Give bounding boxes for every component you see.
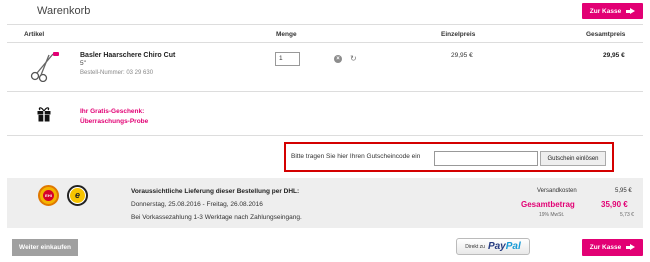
column-header-quantity: Menge — [276, 31, 297, 38]
paypal-logo-part1: Pay — [487, 241, 506, 252]
column-header-total-price: Gesamtpreis — [586, 31, 626, 38]
voucher-code-input[interactable] — [434, 151, 538, 166]
gift-text: Ihr Gratis-Geschenk: Überraschungs-Probe — [80, 107, 148, 127]
divider — [7, 42, 643, 43]
voucher-label: Bitte tragen Sie hier Ihren Gutscheincod… — [291, 153, 421, 160]
ehi-badge-label: EHI — [43, 190, 54, 201]
trusted-shops-badge-label: e — [70, 188, 85, 203]
product-size: 5" — [80, 60, 86, 67]
paypal-prefix: Direkt zu — [465, 243, 485, 250]
country-flag-icon — [53, 52, 59, 56]
continue-shopping-button[interactable]: Weiter einkaufen — [12, 239, 78, 256]
unit-price: 29,95 € — [451, 52, 473, 59]
delivery-note: Bei Vorkassezahlung 1-3 Werktage nach Za… — [131, 214, 302, 221]
refresh-icon[interactable]: ↻ — [350, 54, 357, 63]
column-header-unit-price: Einzelpreis — [441, 31, 476, 38]
page-title: Warenkorb — [37, 5, 91, 17]
arrow-right-icon — [626, 7, 636, 15]
product-article-number: Bestell-Nummer: 03 29 630 — [80, 70, 154, 76]
delivery-title: Voraussichtliche Lieferung dieser Bestel… — [131, 188, 300, 195]
paypal-logo: PayPal — [488, 241, 521, 252]
paypal-express-button[interactable]: Direkt zu PayPal — [456, 238, 530, 255]
ehi-badge[interactable]: EHI — [38, 185, 59, 206]
delivery-date: Donnerstag, 25.08.2016 - Freitag, 26.08.… — [131, 201, 263, 208]
divider — [7, 91, 643, 92]
grand-total-value: 35,90 € — [601, 200, 628, 209]
shipping-value: 5,95 € — [615, 188, 632, 194]
checkout-button-top[interactable]: Zur Kasse — [582, 3, 643, 19]
scissors-icon[interactable] — [30, 52, 56, 82]
shipping-label: Versandkosten — [537, 188, 577, 194]
arrow-right-icon — [626, 244, 636, 251]
trusted-shops-badge[interactable]: e — [67, 185, 88, 206]
redeem-voucher-button[interactable]: Gutschein einlösen — [540, 151, 606, 166]
product-name[interactable]: Basler Haarschere Chiro Cut — [80, 52, 175, 59]
column-header-article: Artikel — [24, 31, 45, 38]
checkout-button-label: Zur Kasse — [589, 244, 622, 251]
gift-description: Überraschungs-Probe — [80, 118, 149, 125]
grand-total-label: Gesamtbetrag — [521, 200, 575, 209]
divider — [7, 24, 643, 25]
total-price: 29,95 € — [603, 52, 625, 59]
divider — [7, 135, 643, 136]
gift-icon — [37, 107, 51, 122]
gift-title: Ihr Gratis-Geschenk: — [80, 108, 145, 115]
vat-value: 5,73 € — [620, 212, 634, 218]
paypal-logo-part2: Pal — [505, 241, 521, 252]
checkout-button-bottom[interactable]: Zur Kasse — [582, 239, 643, 256]
remove-icon[interactable]: × — [334, 55, 342, 63]
checkout-button-label: Zur Kasse — [589, 7, 622, 15]
quantity-input[interactable]: 1 — [275, 52, 300, 66]
vat-label: 19% MwSt. — [539, 212, 565, 218]
